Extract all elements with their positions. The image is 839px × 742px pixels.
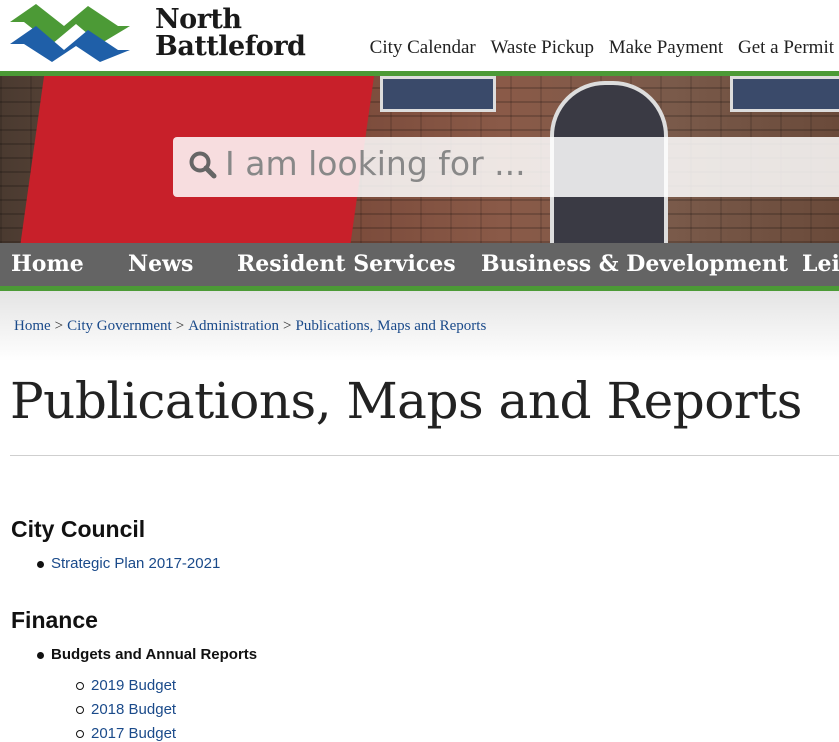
logo-mark-icon bbox=[10, 4, 130, 62]
utility-nav: City Calendar Waste Pickup Make Payment … bbox=[360, 37, 834, 59]
search-icon[interactable] bbox=[188, 150, 218, 180]
util-link-waste[interactable]: Waste Pickup bbox=[490, 37, 593, 58]
bullet-circle-icon bbox=[76, 706, 84, 714]
bullet-icon bbox=[37, 561, 44, 568]
logo-line1: North bbox=[155, 4, 242, 35]
list-item: 2019 Budget bbox=[91, 677, 176, 694]
bullet-circle-icon bbox=[76, 682, 84, 690]
util-link-payment[interactable]: Make Payment bbox=[609, 37, 724, 58]
list-group-label: Budgets and Annual Reports bbox=[51, 646, 258, 663]
bullet-icon bbox=[37, 652, 44, 659]
list-item: Strategic Plan 2017-2021 bbox=[51, 555, 220, 572]
search-input[interactable]: I am looking for ... bbox=[225, 144, 526, 183]
nav-leisure[interactable]: Leisure bbox=[802, 251, 839, 277]
breadcrumb: Home > City Government > Administration > Publ… bbox=[14, 318, 487, 334]
logo-line2: Battleford bbox=[155, 31, 306, 62]
breadcrumb-current[interactable]: Publications, Maps and Reports bbox=[295, 318, 486, 334]
hero-window bbox=[730, 76, 839, 112]
site-header: North Battleford City Calendar Waste Pic… bbox=[0, 0, 839, 71]
hero-window bbox=[380, 76, 496, 112]
nav-business-development[interactable]: Business & Development bbox=[481, 251, 788, 277]
nav-news[interactable]: News bbox=[128, 251, 193, 277]
nav-resident-services[interactable]: Resident Services bbox=[237, 251, 456, 277]
util-link-permit[interactable]: Get a Permit bbox=[738, 37, 834, 58]
link-strategic-plan[interactable]: Strategic Plan 2017-2021 bbox=[51, 555, 220, 572]
breadcrumb-city-government[interactable]: City Government bbox=[67, 318, 172, 334]
link-2019-budget[interactable]: 2019 Budget bbox=[91, 677, 176, 694]
list-item: 2018 Budget bbox=[91, 701, 176, 718]
main-nav: Home News Resident Services Business & D… bbox=[0, 243, 839, 286]
bullet-circle-icon bbox=[76, 730, 84, 738]
title-divider bbox=[10, 455, 839, 456]
util-link-calendar[interactable]: City Calendar bbox=[370, 37, 476, 58]
section-heading-finance: Finance bbox=[11, 607, 98, 633]
breadcrumb-administration[interactable]: Administration bbox=[188, 318, 279, 334]
page-title: Publications, Maps and Reports bbox=[10, 372, 802, 430]
link-2018-budget[interactable]: 2018 Budget bbox=[91, 701, 176, 718]
list-item: 2017 Budget bbox=[91, 725, 176, 742]
breadcrumb-home[interactable]: Home bbox=[14, 318, 51, 334]
section-heading-city-council: City Council bbox=[11, 516, 146, 542]
site-logo[interactable]: North Battleford bbox=[10, 4, 306, 62]
logo-wordmark: North Battleford bbox=[155, 4, 306, 62]
nav-home[interactable]: Home bbox=[11, 251, 84, 277]
link-2017-budget[interactable]: 2017 Budget bbox=[91, 725, 176, 742]
